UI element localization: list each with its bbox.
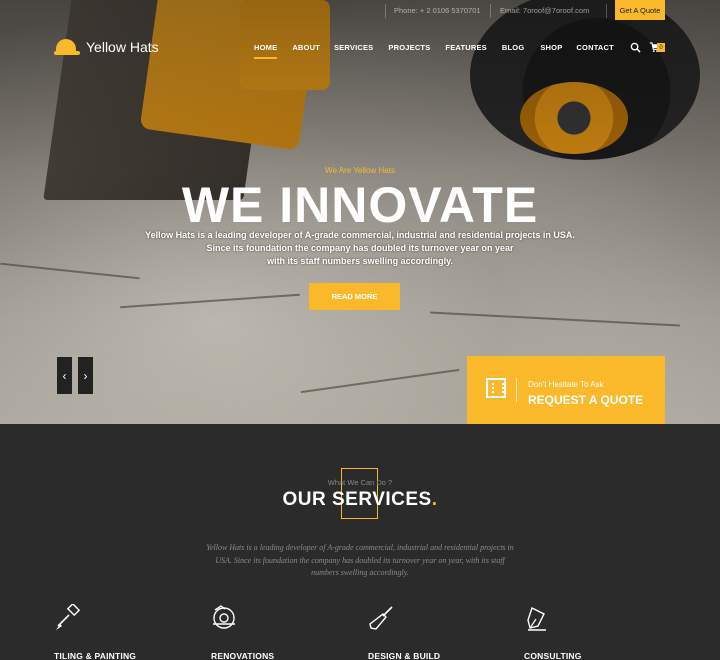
hero-desc-line: Since its foundation the company has dou… [206, 243, 514, 253]
get-quote-button[interactable]: Get A Quote [615, 0, 665, 20]
building-icon [486, 378, 506, 398]
main-nav: HOME ABOUT SERVICES PROJECTS FEATURES BL… [254, 43, 614, 59]
circular-saw-icon [213, 605, 235, 629]
phone-text: Phone: + 2 0106 5370701 [394, 6, 481, 15]
title-dot: . [431, 489, 438, 510]
service-label: RENOVATIONS [211, 651, 275, 660]
hero-desc-line: with its staff numbers swelling accordin… [267, 256, 453, 266]
service-label: DESIGN & BUILD [368, 651, 441, 660]
nav-blog[interactable]: BLOG [502, 43, 524, 59]
hero-subtitle: We Are Yellow Hats [325, 166, 395, 175]
divider [516, 378, 517, 402]
read-more-button[interactable]: READ MORE [309, 283, 400, 310]
slider-prev-button[interactable]: ‹ [57, 357, 72, 394]
service-item[interactable]: RENOVATIONS [211, 604, 331, 660]
services-title: OUR SERVICES. [0, 489, 720, 511]
service-item[interactable]: TILING & PAINTING [54, 602, 174, 660]
services-title-text: OUR SERVICES [282, 489, 432, 510]
pen-nib-icon [527, 607, 546, 631]
logo[interactable]: Yellow Hats [54, 38, 159, 56]
service-label: TILING & PAINTING [54, 651, 137, 660]
email-text[interactable]: Email: 7oroof@7oroof.com [500, 6, 589, 15]
request-quote-kicker: Don't Hesitate To Ask [528, 380, 604, 389]
nav-services[interactable]: SERVICES [334, 43, 373, 59]
services-kicker: What We Can Do ? [327, 478, 393, 487]
nav-home[interactable]: HOME [254, 43, 278, 59]
hero-description: Yellow Hats is a leading developer of A-… [120, 229, 600, 268]
services-section: What We Can Do ? OUR SERVICES. Yellow Ha… [0, 424, 720, 660]
request-quote-title: REQUEST A QUOTE [528, 393, 644, 407]
search-icon[interactable] [630, 42, 641, 53]
top-bar: Phone: + 2 0106 5370701 Email: 7oroof@7o… [0, 0, 720, 22]
service-item[interactable]: DESIGN & BUILD [368, 604, 488, 660]
trowel-icon [369, 606, 393, 630]
nav-shop[interactable]: SHOP [540, 43, 562, 59]
cart-count-badge: 0 [657, 43, 665, 52]
hard-hat-icon [54, 38, 80, 56]
request-quote-box[interactable]: Don't Hesitate To Ask REQUEST A QUOTE [467, 356, 665, 425]
slider-next-button[interactable]: › [78, 357, 93, 394]
nav-projects[interactable]: PROJECTS [388, 43, 430, 59]
hero-title: WE INNOVATE [181, 177, 539, 233]
hero-desc-line: Yellow Hats is a leading developer of A-… [145, 230, 575, 240]
nav-about[interactable]: ABOUT [292, 43, 320, 59]
paint-brush-icon [56, 602, 81, 630]
brand-name: Yellow Hats [86, 39, 159, 55]
nav-features[interactable]: FEATURES [445, 43, 486, 59]
service-item[interactable]: CONSULTING [524, 604, 644, 660]
nav-contact[interactable]: CONTACT [576, 43, 614, 59]
service-label: CONSULTING [524, 651, 582, 660]
services-description: Yellow Hats is a leading developer of A-… [206, 543, 514, 577]
